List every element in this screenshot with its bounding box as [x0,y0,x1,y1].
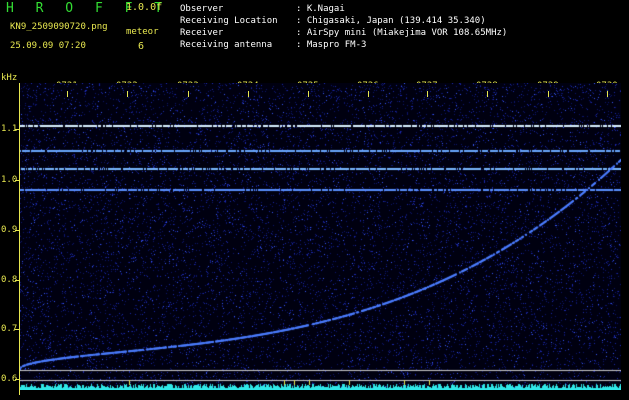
info-value-receiver: : AirSpy mini (Miakejima VOR 108.65MHz) [296,28,508,38]
y-tick-mark [15,280,19,281]
spectrogram-plot [19,83,621,390]
x-tick-mark [127,91,128,97]
app-version: 1.0.0f [126,2,163,13]
x-tick-mark [188,91,189,97]
y-tick-mark [15,230,19,231]
y-tick-mark [15,129,19,130]
info-key-observer: Observer [180,4,224,14]
timestamp: 25.09.09 07:20 [10,41,86,51]
info-value-location: : Chigasaki, Japan (139.414 35.340) [296,16,486,26]
info-key-antenna: Receiving antenna [180,40,273,50]
file-name: KN9_2509090720.png [10,22,108,32]
info-value-antenna: : Maspro FM-3 [296,40,367,50]
x-tick-mark [308,91,309,97]
y-tick-mark [15,329,19,330]
meteor-count-value: 6 [138,41,145,52]
y-axis-unit: kHz [1,73,18,83]
info-key-location: Receiving Location [180,16,278,26]
x-tick-mark [427,91,428,97]
x-tick-mark [487,91,488,97]
x-tick-mark [548,91,549,97]
y-tick-mark [15,180,19,181]
x-tick-mark [248,91,249,97]
y-tick-mark [15,379,19,380]
meteor-count-label: meteor [126,27,159,37]
info-value-observer: : K.Nagai [296,4,345,14]
y-axis-line [19,83,20,395]
x-tick-mark [607,91,608,97]
x-tick-mark [67,91,68,97]
x-tick-mark [368,91,369,97]
info-key-receiver: Receiver [180,28,224,38]
